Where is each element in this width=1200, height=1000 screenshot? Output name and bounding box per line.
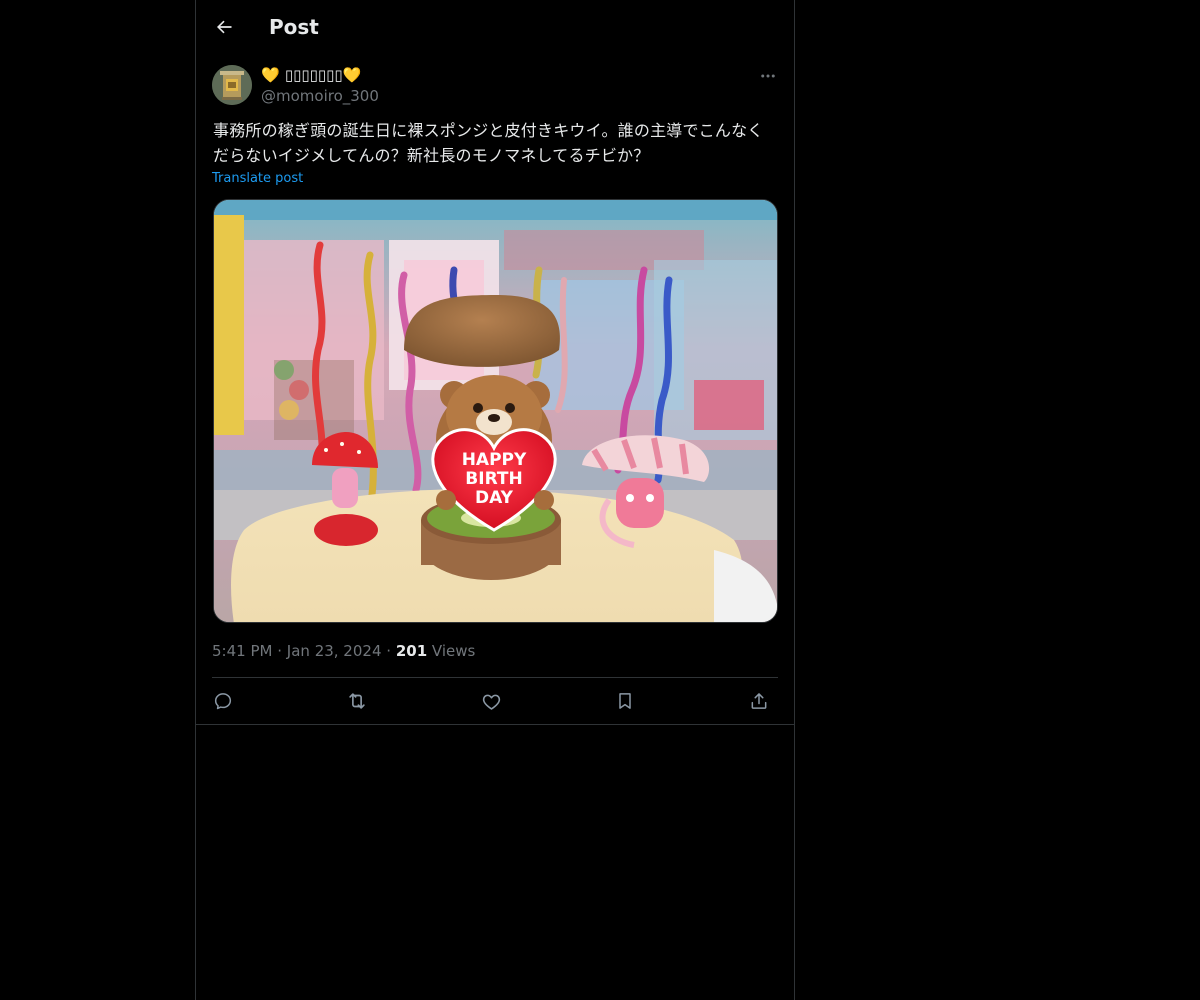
post-media-image[interactable]: HAPPY BIRTH DAY: [213, 199, 778, 623]
repost-button[interactable]: [344, 688, 370, 714]
reply-icon: [214, 693, 232, 710]
bookmark-button[interactable]: [612, 688, 638, 714]
divider: [212, 677, 778, 678]
repost-icon: [349, 693, 365, 709]
share-button[interactable]: [746, 688, 772, 714]
post-header: Post: [196, 0, 794, 54]
heart-text-line2: BIRTH: [465, 469, 522, 489]
avatar[interactable]: [212, 65, 252, 105]
heart-emoji: 💛: [342, 66, 362, 84]
reply-button[interactable]: [210, 688, 236, 714]
avatar-image: [212, 65, 252, 105]
like-icon: [482, 694, 500, 710]
back-button[interactable]: [208, 11, 240, 43]
post-meta: 5:41 PM · Jan 23, 2024 · 201 Views: [212, 641, 475, 661]
page-title: Post: [269, 15, 319, 39]
views-label: Views: [431, 642, 476, 660]
post-column: Post 💛 ▯▯▯▯▯▯▯💛 @momoiro_300 事務所の稼ぎ頭の誕生日…: [195, 0, 795, 1000]
meta-separator: ·: [277, 642, 283, 660]
more-icon: [761, 74, 775, 78]
bookmark-icon: [619, 693, 631, 709]
arrow-left-icon: [217, 20, 232, 34]
meta-separator: ·: [386, 642, 392, 660]
post-time[interactable]: 5:41 PM: [212, 642, 272, 660]
divider: [196, 724, 794, 725]
birthday-cake-photo: HAPPY BIRTH DAY: [214, 200, 777, 622]
translate-post-link[interactable]: Translate post: [212, 170, 303, 188]
views-count[interactable]: 201: [396, 642, 427, 660]
more-options-button[interactable]: [756, 64, 780, 88]
author-handle[interactable]: @momoiro_300: [261, 86, 379, 106]
share-icon: [751, 693, 767, 709]
heart-emoji: 💛: [261, 66, 280, 84]
post-date[interactable]: Jan 23, 2024: [287, 642, 382, 660]
action-bar: [212, 684, 778, 718]
heart-text-line1: HAPPY: [462, 450, 527, 470]
author-name-text: ▯▯▯▯▯▯▯: [279, 66, 343, 84]
like-button[interactable]: [478, 688, 504, 714]
author-display-name[interactable]: 💛 ▯▯▯▯▯▯▯💛: [261, 65, 361, 85]
heart-text-line3: DAY: [475, 488, 514, 508]
post-text: 事務所の稼ぎ頭の誕生日に裸スポンジと皮付きキウイ。誰の主導でこんなくだらないイジ…: [213, 121, 764, 165]
